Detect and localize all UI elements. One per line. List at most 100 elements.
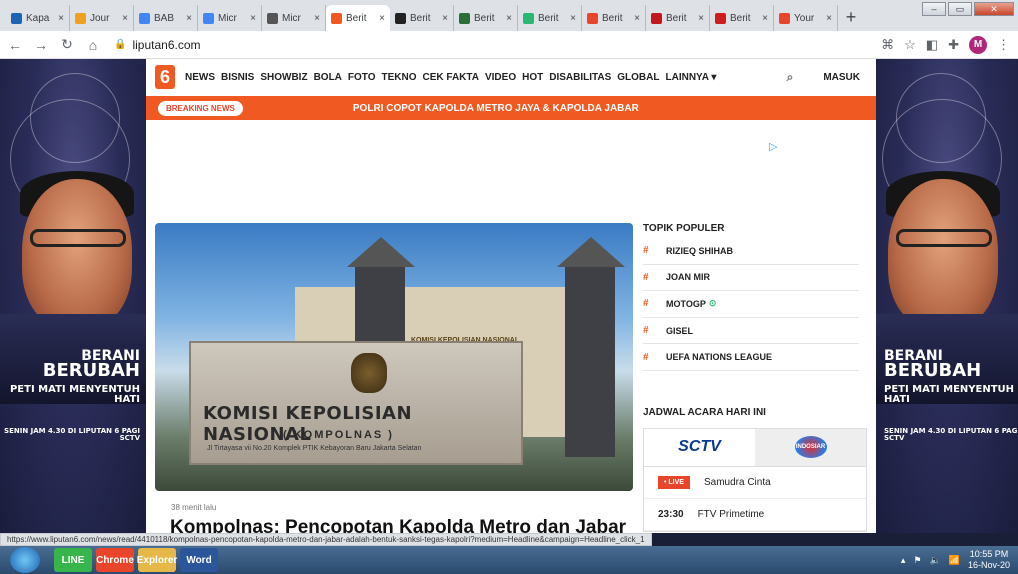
url-text[interactable]: liputan6.com — [132, 38, 200, 52]
line-app-icon[interactable]: LINE — [54, 548, 92, 572]
close-window-button[interactable]: ✕ — [974, 2, 1014, 16]
tab-close-icon[interactable]: × — [250, 13, 256, 24]
tab-close-icon[interactable]: × — [826, 13, 832, 24]
tab-close-icon[interactable]: × — [58, 13, 64, 24]
article-headline[interactable]: Kompolnas: Pencopotan Kapolda Metro dan … — [170, 517, 640, 533]
browser-tab[interactable]: Micr × — [262, 5, 326, 31]
hash-icon: # — [643, 245, 649, 257]
new-tab-button[interactable]: + — [838, 7, 864, 28]
tab-close-icon[interactable]: × — [122, 13, 128, 24]
login-button[interactable]: MASUK — [823, 72, 860, 83]
tab-close-icon[interactable]: × — [314, 13, 320, 24]
browser-tab[interactable]: Berit × — [518, 5, 582, 31]
tray-arrow-icon[interactable]: ▴ — [901, 555, 906, 566]
indosiar-logo: INDOSIAR — [794, 436, 827, 459]
explorer-app-icon[interactable]: Explorer — [137, 548, 177, 572]
kompas-favicon — [11, 12, 22, 24]
clock[interactable]: 10:55 PM 16-Nov-20 — [968, 549, 1010, 571]
side-ad-left[interactable]: BERANI BERUBAH PETI MATI MENYENTUH HATI … — [0, 59, 146, 533]
menu-kebab-icon[interactable]: ⋮ — [997, 37, 1010, 53]
program-row[interactable]: • LIVE Samudra Cinta — [644, 467, 866, 499]
profile-avatar[interactable]: M — [969, 35, 987, 54]
ad-text-schedule: SENIN JAM 4.30 DI LIPUTAN 6 PAGI SCTV — [884, 427, 1018, 442]
browser-tab[interactable]: Kapa × — [6, 5, 70, 31]
topik-item[interactable]: # RIZIEQ SHIHAB — [643, 238, 859, 265]
ad-choices-icon[interactable]: ▷ — [769, 140, 777, 153]
topik-item[interactable]: # UEFA NATIONS LEAGUE — [643, 344, 859, 371]
maximize-button[interactable]: ▭ — [948, 2, 972, 16]
search-icon[interactable]: ⌕ — [787, 70, 794, 85]
extensions-puzzle-icon[interactable]: ✚ — [948, 37, 959, 53]
minimize-button[interactable]: – — [922, 2, 946, 16]
browser-tab[interactable]: Berit × — [710, 5, 774, 31]
word-app-icon[interactable]: Word — [180, 548, 218, 572]
signal-icon[interactable]: 📶 — [949, 555, 960, 566]
tab-close-icon[interactable]: × — [379, 13, 385, 24]
rcti-favicon — [715, 12, 726, 24]
home-icon[interactable]: ⌂ — [82, 37, 104, 53]
tab-close-icon[interactable]: × — [506, 13, 512, 24]
nav-link[interactable]: SHOWBIZ — [260, 72, 307, 83]
translate-icon[interactable]: ⌘ — [881, 37, 894, 53]
browser-tab[interactable]: Berit × — [582, 5, 646, 31]
tab-close-icon[interactable]: × — [570, 13, 576, 24]
nav-link[interactable]: LAINNYA ▾ — [665, 72, 716, 83]
headline-photo[interactable]: KOMISI KEPOLISIAN NASIONAL KOMISI KEPOLI… — [155, 223, 633, 491]
breaking-news-badge: BREAKING NEWS — [158, 100, 243, 116]
browser-tab[interactable]: Berit × — [646, 5, 710, 31]
back-icon[interactable]: ← — [4, 37, 26, 53]
browser-tab[interactable]: Berit × — [326, 5, 390, 31]
tab-label: Micr — [218, 12, 237, 24]
nav-link[interactable]: TEKNO — [382, 72, 417, 83]
tab-label: Berit — [538, 12, 559, 24]
chrome-app-icon[interactable]: Chrome — [96, 548, 134, 572]
volume-icon[interactable]: 🔈 — [930, 555, 941, 566]
hash-icon: # — [643, 325, 649, 337]
channel-tab-indosiar[interactable]: INDOSIAR — [755, 428, 866, 466]
tab-close-icon[interactable]: × — [442, 13, 448, 24]
nav-link[interactable]: GLOBAL — [617, 72, 659, 83]
program-title: Samudra Cinta — [703, 476, 771, 488]
browser-tab[interactable]: Berit × — [390, 5, 454, 31]
topik-item[interactable]: # JOAN MIR — [643, 265, 859, 292]
nav-link[interactable]: DISABILITAS — [549, 72, 611, 83]
start-button[interactable] — [10, 547, 40, 573]
bookmark-star-icon[interactable]: ☆ — [904, 37, 916, 53]
topik-item[interactable]: # GISEL — [643, 318, 859, 345]
tab-close-icon[interactable]: × — [698, 13, 704, 24]
nav-link[interactable]: BOLA — [314, 72, 342, 83]
schedule-box: SCTV INDOSIAR • LIVE Samudra Cinta 23:30… — [643, 427, 867, 532]
liputan6-logo[interactable]: 6 — [155, 65, 175, 89]
nav-link[interactable]: HOT — [522, 72, 543, 83]
nav-link[interactable]: NEWS — [185, 72, 215, 83]
side-ad-right[interactable]: BERANI BERUBAH PETI MATI MENYENTUH HATI … — [876, 59, 1018, 533]
nav-link[interactable]: BISNIS — [221, 72, 254, 83]
tab-close-icon[interactable]: × — [762, 13, 768, 24]
right-sidebar: TOPIK POPULER # RIZIEQ SHIHAB # JOAN MIR # MO… — [643, 223, 867, 532]
nav-link[interactable]: FOTO — [348, 72, 376, 83]
browser-tab[interactable]: Jour × — [70, 5, 134, 31]
browser-tab[interactable]: BAB × — [134, 5, 198, 31]
extension-icon[interactable]: ◧ — [926, 37, 938, 53]
tab-close-icon[interactable]: × — [186, 13, 192, 24]
browser-tab[interactable]: Micr × — [198, 5, 262, 31]
forward-icon[interactable]: → — [30, 37, 52, 53]
browser-tab[interactable]: Berit × — [454, 5, 518, 31]
address-bar[interactable]: 🔒 liputan6.com — [114, 38, 881, 52]
nav-link[interactable]: CEK FAKTA — [423, 72, 479, 83]
m-favicon — [651, 12, 662, 24]
flag-icon[interactable]: ⚑ — [913, 555, 921, 566]
topik-item[interactable]: # MOTOGP ⊙ — [643, 291, 859, 318]
breaking-news-bar[interactable]: BREAKING NEWS POLRI COPOT KAPOLDA METRO … — [146, 96, 876, 120]
browser-tab[interactable]: Your × — [774, 5, 838, 31]
nav-link[interactable]: VIDEO — [485, 72, 516, 83]
reload-icon[interactable]: ↻ — [56, 36, 78, 53]
channel-tab-sctv[interactable]: SCTV — [644, 429, 755, 466]
breaking-news-text[interactable]: POLRI COPOT KAPOLDA METRO JAYA & KAPOLDA… — [353, 103, 639, 114]
program-row[interactable]: 23:30 FTV Primetime — [644, 499, 866, 531]
tab-close-icon[interactable]: × — [634, 13, 640, 24]
tab-label: Berit — [410, 12, 431, 24]
ad-portrait — [888, 179, 998, 329]
clock-date: 16-Nov-20 — [967, 560, 1010, 570]
browser-toolbar: ← → ↻ ⌂ 🔒 liputan6.com ⌘ ☆ ◧ ✚ M ⋮ — [0, 31, 1018, 59]
